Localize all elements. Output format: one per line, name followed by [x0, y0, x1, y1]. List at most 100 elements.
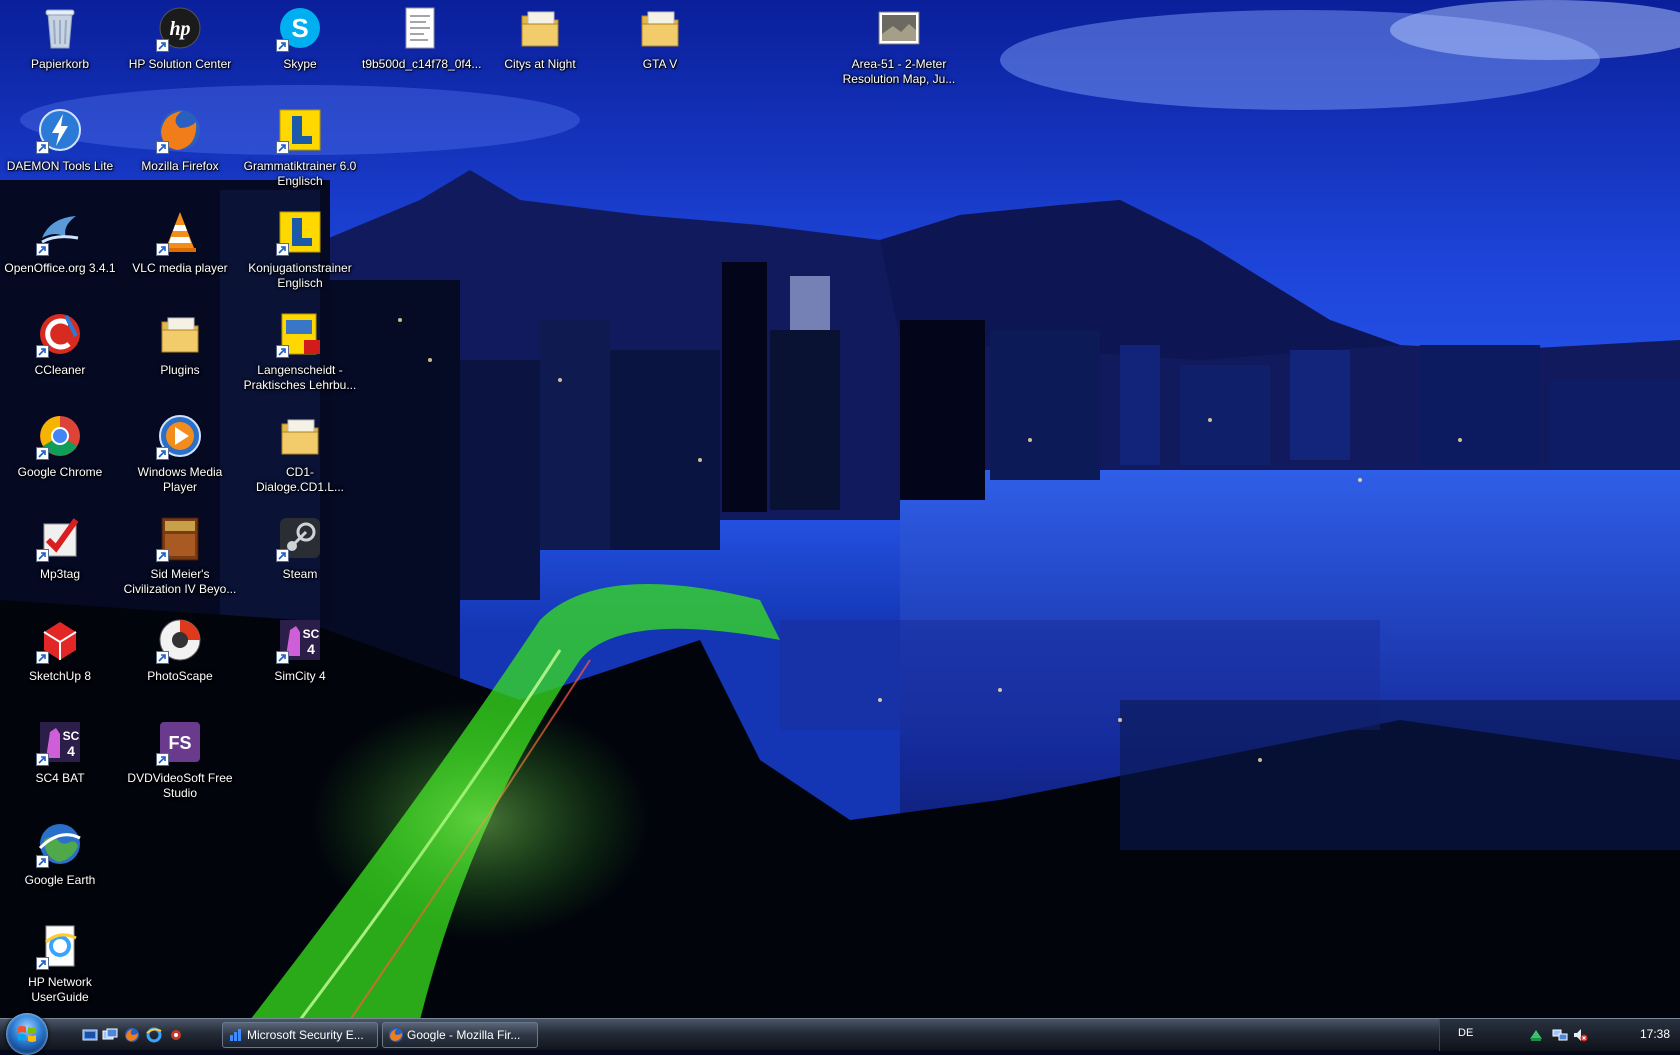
desktop-icon-sc4-bat[interactable]: SC 4 SC4 BAT — [0, 718, 120, 786]
desktop-icon-label: SC4 BAT — [35, 771, 85, 785]
task-firefox[interactable]: Google - Mozilla Fir... — [382, 1022, 538, 1048]
recycle-bin-icon — [36, 4, 84, 52]
desktop-icon-langenscheidt-praktisches-lehrbu[interactable]: Langenscheidt - Praktisches Lehrbu... — [240, 310, 360, 393]
desktop-icon-windows-media-player[interactable]: Windows Media Player — [120, 412, 240, 495]
sketchup-icon — [36, 616, 84, 664]
show-desktop-icon[interactable] — [82, 1027, 98, 1043]
simcity-icon: SC 4 — [276, 616, 324, 664]
pdf-book-icon — [276, 310, 324, 358]
desktop-icon-label: VLC media player — [132, 261, 228, 275]
tools-quicklaunch-icon[interactable] — [168, 1027, 184, 1043]
langenscheidt-icon — [276, 208, 324, 256]
shortcut-arrow-icon — [276, 141, 289, 154]
desktop-icon-label: Konjugationstrainer Englisch — [248, 261, 352, 290]
desktop-icon-label: Papierkorb — [30, 57, 90, 71]
desktop-icon-photoscape[interactable]: PhotoScape — [120, 616, 240, 684]
desktop-icon-hp-solution-center[interactable]: hp HP Solution Center — [120, 4, 240, 72]
desktop-icon-label: Mozilla Firefox — [141, 159, 219, 173]
language-indicator[interactable]: DE — [1458, 1027, 1473, 1039]
desktop-icon-sid-meier-s-civilization-iv-beyo[interactable]: Sid Meier's Civilization IV Beyo... — [120, 514, 240, 597]
desktop-icon-mozilla-firefox[interactable]: Mozilla Firefox — [120, 106, 240, 174]
desktop-icon-konjugationstrainer-englisch[interactable]: Konjugationstrainer Englisch — [240, 208, 360, 291]
ccleaner-icon — [36, 310, 84, 358]
shortcut-arrow-icon — [36, 957, 49, 970]
desktop-icon-steam[interactable]: Steam — [240, 514, 360, 582]
windows-logo-icon — [18, 1026, 36, 1042]
shortcut-arrow-icon — [36, 855, 49, 868]
shortcut-arrow-icon — [276, 651, 289, 664]
langenscheidt-icon — [276, 106, 324, 154]
vlc-icon — [156, 208, 204, 256]
firefox-icon — [156, 106, 204, 154]
firefox-quicklaunch-icon[interactable] — [124, 1027, 140, 1043]
svg-text:4: 4 — [67, 743, 75, 759]
image-icon — [875, 4, 923, 52]
desktop-icon-google-chrome[interactable]: Google Chrome — [0, 412, 120, 480]
hp-icon: hp — [156, 4, 204, 52]
desktop-icon-plugins[interactable]: Plugins — [120, 310, 240, 378]
desktop-icon-label: DVDVideoSoft Free Studio — [127, 771, 233, 800]
shortcut-arrow-icon — [276, 345, 289, 358]
desktop-icon-label: HP Network UserGuide — [28, 975, 92, 1004]
desktop-icon-label: Grammatiktrainer 6.0 Englisch — [243, 159, 357, 188]
desktop-icon-label: Windows Media Player — [137, 465, 223, 494]
clock[interactable]: 17:38 — [1640, 1027, 1670, 1041]
desktop-icon-label: HP Solution Center — [128, 57, 232, 71]
google-earth-icon — [36, 820, 84, 868]
desktop-icon-gta-v[interactable]: GTA V — [600, 4, 720, 72]
desktop-icon-label: CCleaner — [34, 363, 86, 377]
desktop-icon-label: OpenOffice.org 3.4.1 — [4, 261, 116, 275]
svg-text:4: 4 — [307, 641, 315, 657]
desktop-icon-cd1-dialoge-cd1-l[interactable]: CD1-Dialoge.CD1.L... — [240, 412, 360, 495]
task-label: Microsoft Security E... — [247, 1028, 364, 1042]
desktop-icon-label: Google Earth — [24, 873, 96, 887]
shortcut-arrow-icon — [36, 141, 49, 154]
shortcut-arrow-icon — [36, 345, 49, 358]
desktop-icon-papierkorb[interactable]: Papierkorb — [0, 4, 120, 72]
desktop-icon-hp-network-userguide[interactable]: HP Network UserGuide — [0, 922, 120, 1005]
security-essentials-icon — [228, 1027, 244, 1043]
volume-muted-icon[interactable] — [1572, 1027, 1588, 1043]
desktop-icon-label: SketchUp 8 — [28, 669, 92, 683]
desktop-icon-label: SimCity 4 — [274, 669, 326, 683]
svg-text:FS: FS — [168, 733, 191, 753]
svg-text:SC: SC — [303, 627, 320, 641]
desktop-icon-daemon-tools-lite[interactable]: DAEMON Tools Lite — [0, 106, 120, 174]
task-security-essentials[interactable]: Microsoft Security E... — [222, 1022, 378, 1048]
shortcut-arrow-icon — [156, 753, 169, 766]
desktop-icon-mp3tag[interactable]: Mp3tag — [0, 514, 120, 582]
internet-explorer-quicklaunch-icon[interactable] — [146, 1027, 162, 1043]
start-button[interactable] — [6, 1013, 48, 1055]
firefox-icon — [388, 1027, 404, 1043]
desktop-icon-label: Plugins — [160, 363, 200, 377]
desktop-icon-skype[interactable]: S Skype — [240, 4, 360, 72]
svg-text:S: S — [291, 13, 308, 43]
shortcut-arrow-icon — [36, 651, 49, 664]
shortcut-arrow-icon — [36, 549, 49, 562]
media-player-icon — [156, 412, 204, 460]
desktop-icon-t9b500d-c14f78-0f4[interactable]: t9b500d_c14f78_0f4... — [360, 4, 481, 72]
desktop-icon-label: Langenscheidt - Praktisches Lehrbu... — [243, 363, 357, 392]
folder-icon — [516, 4, 564, 52]
desktop-icon-vlc-media-player[interactable]: VLC media player — [120, 208, 240, 276]
switch-windows-icon[interactable] — [102, 1027, 118, 1043]
shortcut-arrow-icon — [156, 141, 169, 154]
desktop-icon-label: Steam — [282, 567, 318, 581]
network-icon[interactable] — [1552, 1027, 1568, 1043]
desktop-icon-dvdvideosoft-free-studio[interactable]: FS DVDVideoSoft Free Studio — [120, 718, 240, 801]
desktop-icon-label: GTA V — [642, 57, 678, 71]
shortcut-arrow-icon — [36, 243, 49, 256]
desktop-icon-sketchup-8[interactable]: SketchUp 8 — [0, 616, 120, 684]
desktop-icon-grammatiktrainer-6-0-englisch[interactable]: Grammatiktrainer 6.0 Englisch — [240, 106, 360, 189]
shortcut-arrow-icon — [36, 753, 49, 766]
simcity-icon: SC 4 — [36, 718, 84, 766]
security-tray-icon[interactable] — [1528, 1027, 1544, 1043]
desktop-icon-area-51-2-meter-resolution-map-ju[interactable]: Area-51 - 2-Meter Resolution Map, Ju... — [839, 4, 959, 87]
folder-icon — [636, 4, 684, 52]
desktop-icon-ccleaner[interactable]: CCleaner — [0, 310, 120, 378]
desktop-icon-openoffice-org-3-4-1[interactable]: OpenOffice.org 3.4.1 — [0, 208, 120, 276]
desktop-icon-simcity-4[interactable]: SC 4 SimCity 4 — [240, 616, 360, 684]
shortcut-arrow-icon — [156, 549, 169, 562]
desktop-icon-citys-at-night[interactable]: Citys at Night — [480, 4, 600, 72]
desktop-icon-google-earth[interactable]: Google Earth — [0, 820, 120, 888]
